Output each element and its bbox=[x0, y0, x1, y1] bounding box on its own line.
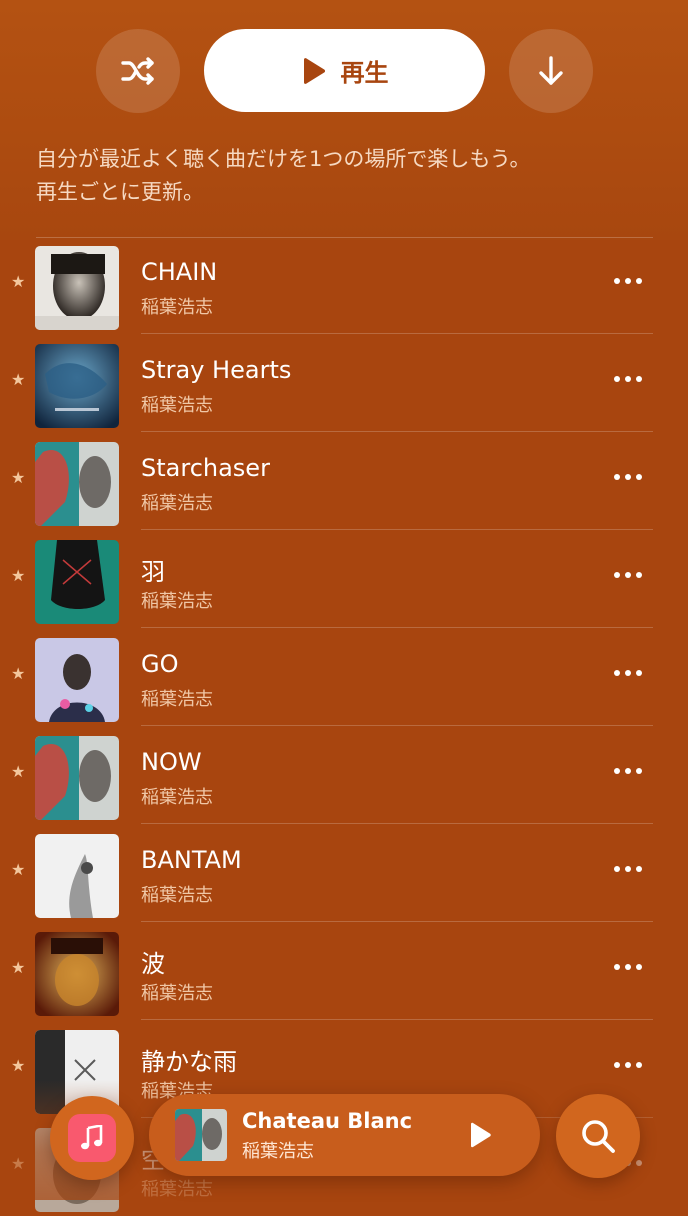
mini-player[interactable]: Chateau Blanc 稲葉浩志 bbox=[149, 1094, 540, 1176]
description-line-2: 再生ごとに更新。 bbox=[36, 180, 204, 204]
track-artist: 稲葉浩志 bbox=[141, 885, 213, 906]
ellipsis-icon bbox=[614, 866, 642, 872]
play-all-button[interactable]: 再生 bbox=[204, 29, 485, 112]
track-title: 波 bbox=[141, 950, 165, 978]
track-artist: 稲葉浩志 bbox=[141, 689, 213, 710]
more-options-button[interactable] bbox=[606, 1050, 650, 1080]
track-artist: 稲葉浩志 bbox=[141, 493, 213, 514]
favorite-star-icon: ★ bbox=[11, 860, 26, 879]
favorite-star-icon: ★ bbox=[11, 370, 26, 389]
track-row[interactable]: ★ GO 稲葉浩志 bbox=[0, 628, 688, 726]
more-options-button[interactable] bbox=[606, 266, 650, 296]
track-row[interactable]: ★ BANTAM 稲葉浩志 bbox=[0, 824, 688, 922]
play-label: 再生 bbox=[340, 59, 389, 87]
favorite-star-icon: ★ bbox=[11, 958, 26, 977]
track-artist: 稲葉浩志 bbox=[141, 395, 213, 416]
search-icon bbox=[582, 1120, 615, 1153]
favorite-star-icon: ★ bbox=[11, 272, 26, 291]
track-row[interactable]: ★ Stray Hearts 稲葉浩志 bbox=[0, 334, 688, 432]
more-options-button[interactable] bbox=[606, 560, 650, 590]
track-title: Stray Hearts bbox=[141, 356, 292, 384]
favorite-star-icon: ★ bbox=[11, 762, 26, 781]
playlist-description: 自分が最近よく聴く曲だけを1つの場所で楽しもう。 再生ごとに更新。 bbox=[36, 143, 656, 209]
now-playing-artist: 稲葉浩志 bbox=[242, 1141, 314, 1162]
track-title: GO bbox=[141, 650, 179, 678]
more-options-button[interactable] bbox=[606, 462, 650, 492]
ellipsis-icon bbox=[614, 376, 642, 382]
track-row[interactable]: ★ NOW 稲葉浩志 bbox=[0, 726, 688, 824]
album-art bbox=[35, 834, 119, 918]
track-title: CHAIN bbox=[141, 258, 218, 286]
description-line-1: 自分が最近よく聴く曲だけを1つの場所で楽しもう。 bbox=[36, 147, 531, 171]
track-row[interactable]: ★ 羽 稲葉浩志 bbox=[0, 530, 688, 628]
ellipsis-icon bbox=[614, 474, 642, 480]
more-options-button[interactable] bbox=[606, 952, 650, 982]
track-artist: 稲葉浩志 bbox=[141, 1179, 213, 1200]
more-options-button[interactable] bbox=[606, 364, 650, 394]
music-app-button[interactable] bbox=[50, 1096, 134, 1180]
ellipsis-icon bbox=[614, 278, 642, 284]
album-art bbox=[35, 932, 119, 1016]
album-art bbox=[35, 736, 119, 820]
track-artist: 稲葉浩志 bbox=[141, 983, 213, 1004]
album-art bbox=[35, 344, 119, 428]
track-row[interactable]: ★ Starchaser 稲葉浩志 bbox=[0, 432, 688, 530]
download-icon bbox=[539, 56, 563, 85]
favorite-star-icon: ★ bbox=[11, 1056, 26, 1075]
track-title: NOW bbox=[141, 748, 202, 776]
search-button[interactable] bbox=[556, 1094, 640, 1178]
play-icon bbox=[471, 1122, 491, 1148]
ellipsis-icon bbox=[614, 572, 642, 578]
shuffle-icon bbox=[121, 57, 154, 85]
now-playing-title: Chateau Blanc bbox=[242, 1109, 413, 1133]
favorite-star-icon: ★ bbox=[11, 664, 26, 683]
track-title: Starchaser bbox=[141, 454, 270, 482]
track-artist: 稲葉浩志 bbox=[141, 787, 213, 808]
album-art bbox=[35, 540, 119, 624]
more-options-button[interactable] bbox=[606, 756, 650, 786]
track-title: 静かな雨 bbox=[141, 1048, 237, 1076]
more-options-button[interactable] bbox=[606, 658, 650, 688]
album-art bbox=[35, 246, 119, 330]
download-button[interactable] bbox=[509, 29, 593, 113]
shuffle-button[interactable] bbox=[96, 29, 180, 113]
favorite-star-icon: ★ bbox=[11, 566, 26, 585]
favorite-star-icon: ★ bbox=[11, 468, 26, 487]
play-icon bbox=[303, 57, 325, 84]
track-artist: 稲葉浩志 bbox=[141, 297, 213, 318]
album-art bbox=[35, 442, 119, 526]
track-title: BANTAM bbox=[141, 846, 242, 874]
ellipsis-icon bbox=[614, 964, 642, 970]
album-art bbox=[35, 638, 119, 722]
favorite-star-icon: ★ bbox=[11, 1154, 26, 1173]
track-row[interactable]: ★ 波 稲葉浩志 bbox=[0, 922, 688, 1020]
track-artist: 稲葉浩志 bbox=[141, 591, 213, 612]
mini-player-play-button[interactable] bbox=[463, 1118, 497, 1152]
track-title: 羽 bbox=[141, 558, 165, 586]
now-playing-art bbox=[175, 1109, 227, 1161]
track-row[interactable]: ★ CHAIN 稲葉浩志 bbox=[0, 236, 688, 334]
ellipsis-icon bbox=[614, 768, 642, 774]
music-app-icon bbox=[68, 1114, 116, 1162]
ellipsis-icon bbox=[614, 1062, 642, 1068]
ellipsis-icon bbox=[614, 670, 642, 676]
more-options-button[interactable] bbox=[606, 854, 650, 884]
